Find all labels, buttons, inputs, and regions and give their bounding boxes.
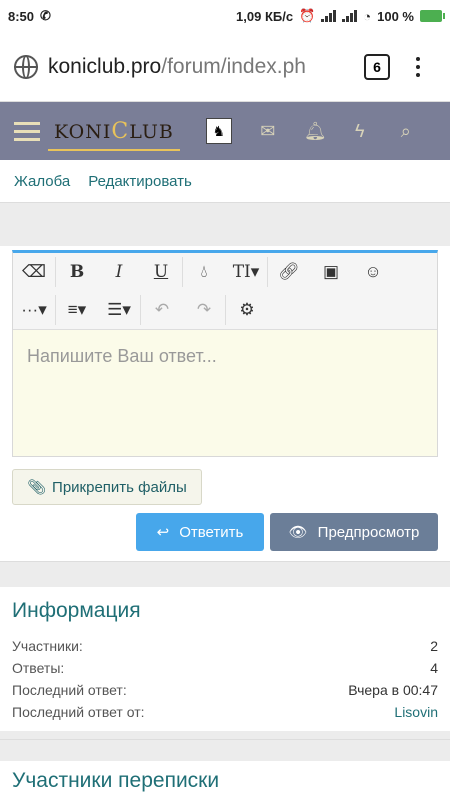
edit-link[interactable]: Редактировать: [88, 173, 192, 190]
post-actions: Жалоба Редактировать: [0, 160, 450, 202]
logo-text-left: KONI: [54, 120, 112, 143]
info-label: Участники:: [12, 638, 83, 654]
info-row: Участники: 2: [12, 635, 438, 657]
undo-icon[interactable]: ↶: [141, 291, 183, 329]
status-time: 8:50: [8, 8, 35, 24]
gear-icon[interactable]: ⚙: [226, 291, 268, 329]
reply-arrow-icon: ↩: [156, 524, 170, 541]
logo-text-c: C: [111, 118, 130, 144]
overflow-menu-icon[interactable]: [416, 56, 420, 77]
info-value: 4: [430, 660, 438, 676]
reply-button[interactable]: ↩ Ответить: [136, 513, 264, 551]
participants-title: Участники переписки: [12, 769, 220, 792]
user-avatar[interactable]: ♞: [205, 118, 232, 144]
call-icon: ✆: [40, 8, 51, 23]
site-logo[interactable]: KONICLUB: [48, 118, 180, 151]
paperclip-icon: 📎︎: [27, 479, 47, 496]
info-row: Последний ответ: Вчера в 00:47: [12, 679, 438, 701]
signal-icon-2: [342, 10, 358, 22]
reply-form: ⌫ B I U 💧︎ TI▾ 🔗︎ ▣ ☺ ···▾ ≡▾ ☰▾ ↶ ↷ ⚙ Н…: [0, 246, 450, 561]
rich-text-editor: ⌫ B I U 💧︎ TI▾ 🔗︎ ▣ ☺ ···▾ ≡▾ ☰▾ ↶ ↷ ⚙ Н…: [12, 250, 438, 457]
list-icon[interactable]: ☰▾: [98, 291, 140, 329]
tab-switcher-button[interactable]: 6: [364, 53, 390, 80]
image-icon[interactable]: ▣: [310, 253, 352, 291]
reply-label: Ответить: [179, 523, 244, 541]
reply-textarea[interactable]: Напишите Ваш ответ...: [13, 330, 437, 456]
info-label: Последний ответ от:: [12, 704, 145, 720]
search-icon[interactable]: ⌕: [396, 121, 416, 142]
signal-icon: [321, 10, 337, 22]
underline-button[interactable]: U: [140, 253, 182, 291]
editor-toolbar: ⌫ B I U 💧︎ TI▾ 🔗︎ ▣ ☺ ···▾ ≡▾ ☰▾ ↶ ↷ ⚙: [13, 253, 437, 330]
participants-block: Участники переписки: [0, 761, 450, 800]
info-row: Ответы: 4: [12, 657, 438, 679]
envelope-icon[interactable]: ✉: [258, 121, 278, 142]
attach-files-label: Прикрепить файлы: [52, 478, 187, 496]
url-domain: koniclub.pro: [48, 54, 162, 78]
text-color-icon[interactable]: 💧︎: [183, 253, 225, 291]
info-title: Информация: [12, 599, 141, 622]
menu-icon[interactable]: [14, 121, 40, 141]
info-value: 2: [430, 638, 438, 654]
url-text[interactable]: koniclub.pro/forum/index.ph: [48, 55, 348, 79]
info-block: Информация Участники: 2 Ответы: 4 Послед…: [0, 587, 450, 731]
preview-button[interactable]: 👁︎ Предпросмотр: [270, 513, 438, 551]
bell-icon[interactable]: 🔔︎: [304, 121, 327, 142]
battery-percent: 100 %: [377, 8, 414, 24]
eye-icon: 👁︎: [288, 524, 308, 541]
info-row: Последний ответ от: Lisovin: [12, 701, 438, 723]
smiley-icon[interactable]: ☺: [352, 253, 394, 291]
align-icon[interactable]: ≡▾: [56, 291, 98, 329]
info-value: Вчера в 00:47: [348, 682, 438, 698]
status-bar: 8:50 ✆ 1,09 КБ/с ⏰ ◔ 100 %: [0, 0, 450, 32]
redo-icon[interactable]: ↷: [183, 291, 225, 329]
preview-label: Предпросмотр: [317, 523, 420, 541]
report-link[interactable]: Жалоба: [14, 173, 70, 190]
info-label: Ответы:: [12, 660, 65, 676]
font-size-icon[interactable]: TI▾: [225, 253, 267, 291]
italic-button[interactable]: I: [98, 253, 140, 291]
site-header: KONICLUB ♞ ✉ 🔔︎ ϟ ⌕: [0, 102, 450, 160]
url-path: /forum/index.ph: [161, 54, 306, 78]
bold-button[interactable]: B: [56, 253, 98, 291]
attach-files-button[interactable]: 📎︎ Прикрепить файлы: [12, 469, 202, 505]
eraser-icon[interactable]: ⌫: [13, 253, 55, 291]
browser-url-bar[interactable]: koniclub.pro/forum/index.ph 6: [0, 32, 450, 102]
wifi-icon: ◔: [363, 8, 372, 24]
battery-icon: [420, 10, 445, 22]
last-poster-link[interactable]: Lisovin: [394, 704, 438, 720]
link-icon[interactable]: 🔗︎: [268, 253, 310, 291]
logo-text-right: LUB: [129, 120, 174, 143]
lightning-icon[interactable]: ϟ: [350, 121, 370, 142]
alarm-icon: ⏰: [299, 8, 316, 23]
globe-icon: [14, 54, 38, 79]
more-icon[interactable]: ···▾: [13, 291, 55, 329]
info-label: Последний ответ:: [12, 682, 127, 698]
network-speed: 1,09 КБ/с: [236, 8, 294, 24]
